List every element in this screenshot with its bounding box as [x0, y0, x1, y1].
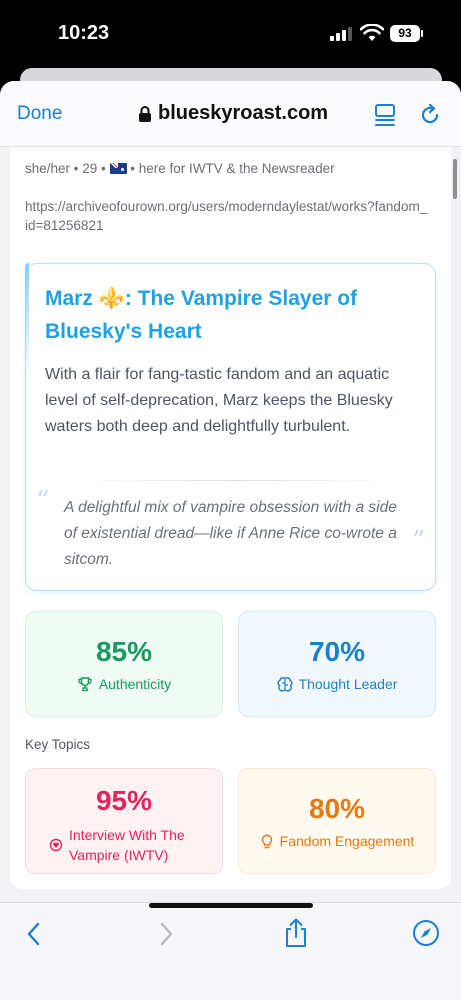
reader-icon[interactable]	[374, 103, 396, 127]
scrollbar[interactable]	[453, 159, 457, 199]
divider	[86, 480, 386, 481]
topic-iwtv: 95% Interview With The Vampire (IWTV)	[25, 768, 223, 874]
topic-label: Interview With The Vampire (IWTV)	[26, 825, 222, 865]
stat-label: Authenticity	[26, 676, 222, 692]
compass-icon[interactable]	[412, 919, 440, 947]
status-time: 10:23	[58, 22, 110, 44]
roast-quote: A delightful mix of vampire obsession wi…	[64, 499, 397, 568]
brain-icon	[277, 677, 293, 692]
heart-icon	[49, 838, 63, 852]
key-topics-heading: Key Topics	[25, 737, 91, 752]
trophy-icon	[78, 677, 92, 692]
authenticity-stat: 85% Authenticity	[25, 611, 223, 717]
roast-title: Marz ⚜️: The Vampire Slayer of Bluesky's…	[45, 287, 358, 343]
address-bar[interactable]: blueskyroast.com	[138, 102, 328, 125]
stat-label-text: Thought Leader	[298, 676, 398, 692]
reload-icon[interactable]	[418, 103, 442, 127]
topic-fandom-engagement: 80% Fandom Engagement	[238, 768, 436, 874]
forward-icon[interactable]	[156, 921, 176, 947]
open-quote-icon: “	[36, 486, 50, 516]
topic-label-text: Fandom Engagement	[279, 833, 415, 849]
topic-label: Fandom Engagement	[239, 833, 435, 849]
topic-value: 95%	[95, 785, 153, 816]
lightbulb-icon	[261, 834, 272, 849]
browser-nav-bar: Done blueskyroast.com	[0, 81, 461, 147]
stat-value: 70%	[308, 636, 366, 667]
wifi-icon	[360, 24, 384, 41]
url-text: blueskyroast.com	[158, 102, 329, 124]
bio-text: • here for IWTV & the Newsreader	[130, 161, 335, 176]
back-icon[interactable]	[24, 921, 44, 947]
roast-accent-bar	[25, 263, 29, 373]
topic-label-text: Interview With The Vampire (IWTV)	[69, 827, 185, 863]
roast-text: With a flair for fang-tastic fandom and …	[45, 366, 393, 435]
status-bar: 10:23 93	[0, 0, 461, 70]
browser-sheet: Done blueskyroast.com she/her • 29 • • h…	[0, 81, 461, 1000]
topic-value: 80%	[308, 793, 366, 824]
home-indicator[interactable]	[149, 903, 313, 908]
roast-card: Marz ⚜️: The Vampire Slayer of Bluesky's…	[25, 263, 436, 591]
cellular-signal-icon	[330, 27, 352, 41]
thought-leader-stat: 70% Thought Leader	[238, 611, 436, 717]
bio-pronouns: she/her • 29 •	[25, 161, 106, 176]
close-quote-icon: ”	[412, 526, 426, 556]
battery-indicator: 93	[390, 25, 420, 42]
stat-label-text: Authenticity	[98, 676, 172, 692]
profile-link[interactable]: https://archiveofourown.org/users/modern…	[25, 197, 430, 235]
share-icon[interactable]	[283, 917, 309, 949]
profile-bio: she/her • 29 • • here for IWTV & the New…	[25, 161, 335, 176]
done-button[interactable]: Done	[17, 103, 62, 125]
australia-flag-icon	[109, 163, 127, 174]
stat-label: Thought Leader	[239, 676, 435, 692]
browser-toolbar	[0, 902, 461, 1000]
page-content: she/her • 29 • • here for IWTV & the New…	[0, 147, 461, 902]
stat-value: 85%	[95, 636, 153, 667]
lock-icon	[139, 105, 151, 122]
battery-cap	[421, 30, 423, 37]
